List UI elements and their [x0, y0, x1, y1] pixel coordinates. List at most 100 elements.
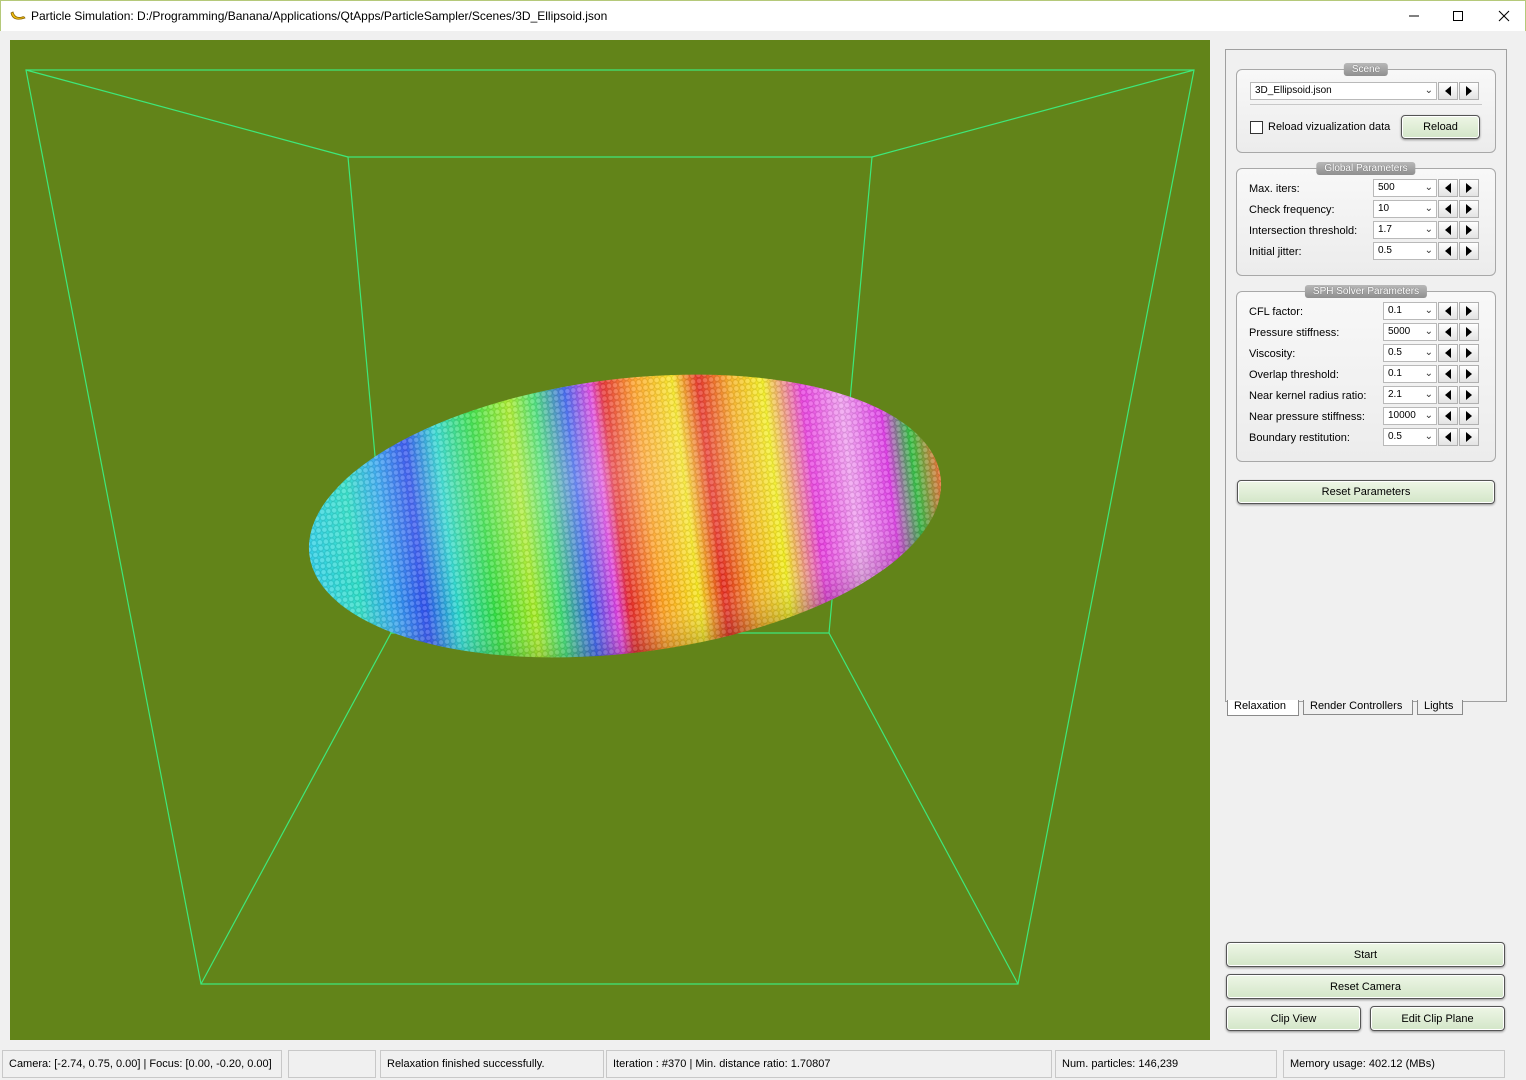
increment-button[interactable]: [1459, 386, 1479, 404]
clip-view-button[interactable]: Clip View: [1226, 1006, 1361, 1031]
decrement-button[interactable]: [1438, 323, 1458, 341]
reload-visualization-label: Reload vizualization data: [1268, 121, 1391, 133]
parameter-value: 0.1: [1388, 305, 1402, 316]
increment-button[interactable]: [1459, 179, 1479, 197]
parameter-value-select[interactable]: 500 ⌄: [1373, 179, 1437, 197]
arrow-right-icon: [1466, 306, 1472, 316]
parameter-value-select[interactable]: 10 ⌄: [1373, 200, 1437, 218]
sph-solver-parameters-title: SPH Solver Parameters: [1304, 285, 1428, 298]
reset-parameters-button[interactable]: Reset Parameters: [1237, 480, 1495, 504]
parameter-row: Pressure stiffness: 5000 ⌄: [1249, 323, 1483, 343]
particle-ellipsoid: [308, 374, 942, 658]
arrow-left-icon: [1445, 204, 1451, 214]
close-icon: [1498, 10, 1510, 22]
parameter-value: 10: [1378, 203, 1390, 214]
banana-icon: [10, 11, 26, 20]
minimize-button[interactable]: [1391, 1, 1437, 31]
parameter-value: 2.1: [1388, 389, 1402, 400]
arrow-right-icon: [1466, 86, 1472, 96]
status-bar: Camera: [-2.74, 0.75, 0.00] | Focus: [0.…: [0, 1050, 1526, 1080]
chevron-down-icon: ⌄: [1424, 182, 1433, 193]
arrow-left-icon: [1445, 225, 1451, 235]
parameter-value: 1.7: [1378, 224, 1392, 235]
maximize-button[interactable]: [1435, 1, 1481, 31]
decrement-button[interactable]: [1438, 302, 1458, 320]
increment-button[interactable]: [1459, 344, 1479, 362]
parameter-value-select[interactable]: 2.1 ⌄: [1383, 386, 1437, 404]
parameter-value: 0.1: [1388, 368, 1402, 379]
decrement-button[interactable]: [1438, 179, 1458, 197]
decrement-button[interactable]: [1438, 365, 1458, 383]
chevron-down-icon: ⌄: [1424, 410, 1433, 421]
global-parameters-title: Global Parameters: [1316, 162, 1416, 175]
close-button[interactable]: [1481, 1, 1526, 31]
arrow-right-icon: [1466, 390, 1472, 400]
arrow-left-icon: [1445, 432, 1451, 442]
chevron-down-icon: ⌄: [1424, 326, 1433, 337]
parameter-row: Check frequency: 10 ⌄: [1249, 200, 1483, 220]
parameter-row: Near kernel radius ratio: 2.1 ⌄: [1249, 386, 1483, 406]
tab-relaxation[interactable]: Relaxation: [1227, 700, 1299, 716]
parameter-value-select[interactable]: 5000 ⌄: [1383, 323, 1437, 341]
tab-render-controllers[interactable]: Render Controllers: [1303, 700, 1413, 715]
parameter-row: CFL factor: 0.1 ⌄: [1249, 302, 1483, 322]
decrement-button[interactable]: [1438, 386, 1458, 404]
status-progress: [288, 1050, 376, 1078]
arrow-right-icon: [1466, 225, 1472, 235]
parameter-value-select[interactable]: 0.1 ⌄: [1383, 365, 1437, 383]
parameter-value-select[interactable]: 0.5 ⌄: [1373, 242, 1437, 260]
increment-button[interactable]: [1459, 407, 1479, 425]
scene-file-value: 3D_Ellipsoid.json: [1255, 85, 1332, 96]
decrement-button[interactable]: [1438, 221, 1458, 239]
parameter-label: CFL factor:: [1249, 306, 1303, 318]
chevron-down-icon: ⌄: [1424, 389, 1433, 400]
parameter-value-select[interactable]: 0.5 ⌄: [1383, 344, 1437, 362]
parameter-value-select[interactable]: 1.7 ⌄: [1373, 221, 1437, 239]
edit-clip-plane-button[interactable]: Edit Clip Plane: [1370, 1006, 1505, 1031]
tab-lights[interactable]: Lights: [1417, 700, 1463, 715]
scene-file-select[interactable]: 3D_Ellipsoid.json ⌄: [1250, 82, 1437, 100]
parameter-value: 5000: [1388, 326, 1411, 337]
parameter-value-select[interactable]: 10000 ⌄: [1383, 407, 1437, 425]
parameter-row: Overlap threshold: 0.1 ⌄: [1249, 365, 1483, 385]
chevron-down-icon: ⌄: [1424, 245, 1433, 256]
decrement-button[interactable]: [1438, 242, 1458, 260]
parameter-label: Intersection threshold:: [1249, 225, 1358, 237]
status-iteration: Iteration : #370 | Min. distance ratio: …: [606, 1050, 1052, 1078]
scene-group-title: Scene: [1343, 63, 1389, 76]
decrement-button[interactable]: [1438, 428, 1458, 446]
parameter-value-select[interactable]: 0.5 ⌄: [1383, 428, 1437, 446]
increment-button[interactable]: [1459, 221, 1479, 239]
reset-camera-button[interactable]: Reset Camera: [1226, 974, 1505, 999]
arrow-left-icon: [1445, 183, 1451, 193]
scene-next-button[interactable]: [1459, 82, 1479, 100]
increment-button[interactable]: [1459, 323, 1479, 341]
arrow-left-icon: [1445, 369, 1451, 379]
parameter-label: Viscosity:: [1249, 348, 1296, 360]
arrow-right-icon: [1466, 348, 1472, 358]
increment-button[interactable]: [1459, 365, 1479, 383]
parameter-label: Check frequency:: [1249, 204, 1335, 216]
chevron-down-icon: ⌄: [1424, 85, 1433, 96]
decrement-button[interactable]: [1438, 200, 1458, 218]
chevron-down-icon: ⌄: [1424, 368, 1433, 379]
divider: [1250, 104, 1482, 105]
arrow-right-icon: [1466, 183, 1472, 193]
reload-visualization-checkbox[interactable]: [1250, 121, 1263, 134]
decrement-button[interactable]: [1438, 344, 1458, 362]
increment-button[interactable]: [1459, 242, 1479, 260]
arrow-left-icon: [1445, 327, 1451, 337]
increment-button[interactable]: [1459, 302, 1479, 320]
parameter-label: Near pressure stiffness:: [1249, 411, 1365, 423]
decrement-button[interactable]: [1438, 407, 1458, 425]
increment-button[interactable]: [1459, 428, 1479, 446]
start-button[interactable]: Start: [1226, 942, 1505, 967]
chevron-down-icon: ⌄: [1424, 203, 1433, 214]
increment-button[interactable]: [1459, 200, 1479, 218]
parameter-value-select[interactable]: 0.1 ⌄: [1383, 302, 1437, 320]
reload-button[interactable]: Reload: [1401, 115, 1480, 139]
parameter-row: Near pressure stiffness: 10000 ⌄: [1249, 407, 1483, 427]
arrow-left-icon: [1445, 86, 1451, 96]
scene-prev-button[interactable]: [1438, 82, 1458, 100]
render-viewport[interactable]: [10, 40, 1210, 1040]
